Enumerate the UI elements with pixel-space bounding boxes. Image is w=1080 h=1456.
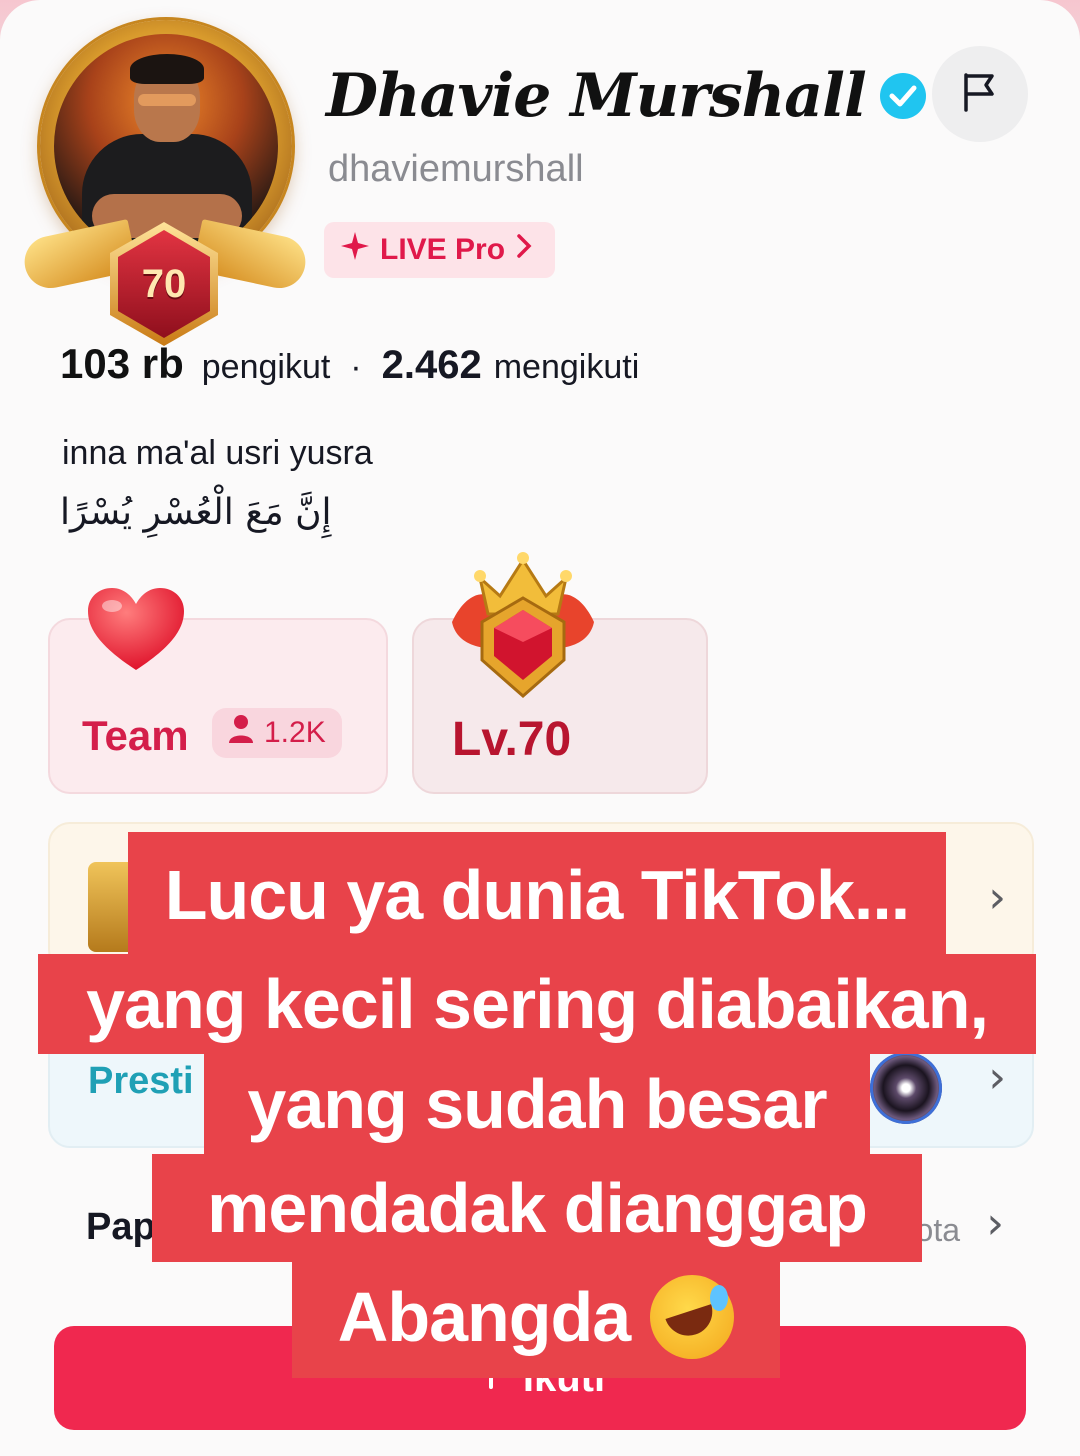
avatar[interactable]: 70: [19, 18, 311, 346]
followers-label[interactable]: pengikut: [202, 348, 331, 387]
stats-separator: ·: [350, 348, 362, 386]
name-row: Dhavie Murshall: [326, 60, 926, 132]
level-label: Lv.70: [452, 713, 572, 766]
caption-line-4: mendadak dianggap: [152, 1154, 922, 1262]
caption-text-3: yang sudah besar: [247, 1065, 827, 1143]
pap-label: Pap: [86, 1206, 156, 1248]
galaxy-badge-icon: [870, 1052, 942, 1124]
chevron-right-icon: ›: [988, 872, 1006, 923]
heart-icon: [86, 586, 186, 677]
follow-stats: 103 rb pengikut · 2.462 mengikuti: [60, 340, 639, 388]
team-member-count: 1.2K: [212, 708, 342, 758]
chevron-right-icon: ›: [988, 1052, 1006, 1103]
caption-line-2: yang kecil sering diabaikan,: [38, 954, 1036, 1054]
bio-line-2: إِنَّ مَعَ الْعُسْرِ يُسْرًا: [60, 492, 332, 533]
username: dhaviemurshall: [328, 148, 584, 190]
following-count[interactable]: 2.462: [382, 343, 482, 388]
person-icon: [228, 714, 254, 752]
bio-line-1: inna ma'al usri yusra: [62, 434, 373, 472]
caption-text-2: yang kecil sering diabaikan,: [86, 965, 989, 1043]
crown-gem-icon: [446, 552, 600, 705]
chevron-right-icon: ›: [986, 1198, 1004, 1249]
followers-count[interactable]: 103 rb: [60, 340, 184, 388]
pap-right-text: ota: [915, 1212, 960, 1248]
sparkle-icon: [340, 231, 370, 269]
caption-text-4: mendadak dianggap: [207, 1169, 868, 1247]
report-flag-button[interactable]: [932, 46, 1028, 142]
caption-text-1: Lucu ya dunia TikTok...: [164, 856, 911, 934]
rolling-laughing-emoji-icon: [650, 1275, 735, 1359]
following-label[interactable]: mengikuti: [494, 348, 640, 387]
caption-line-3: yang sudah besar: [204, 1050, 870, 1158]
caption-line-1: Lucu ya dunia TikTok...: [128, 832, 946, 958]
team-label: Team: [82, 712, 189, 759]
profile-card: 70 Dhavie Murshall dhaviemurshall LIVE P…: [0, 0, 1080, 1456]
avatar-level-number: 70: [141, 261, 187, 306]
prestige-label: Presti: [88, 1060, 194, 1102]
live-pro-label: LIVE Pro: [380, 233, 506, 266]
team-count-value: 1.2K: [264, 716, 326, 749]
verified-badge-icon: [879, 73, 926, 119]
chevron-right-icon: [515, 232, 533, 268]
caption-line-5: Abangda: [292, 1256, 780, 1378]
display-name: Dhavie Murshall: [326, 61, 867, 131]
live-pro-button[interactable]: LIVE Pro: [324, 222, 556, 278]
caption-text-5: Abangda: [337, 1278, 631, 1356]
flag-icon: [958, 70, 1002, 119]
